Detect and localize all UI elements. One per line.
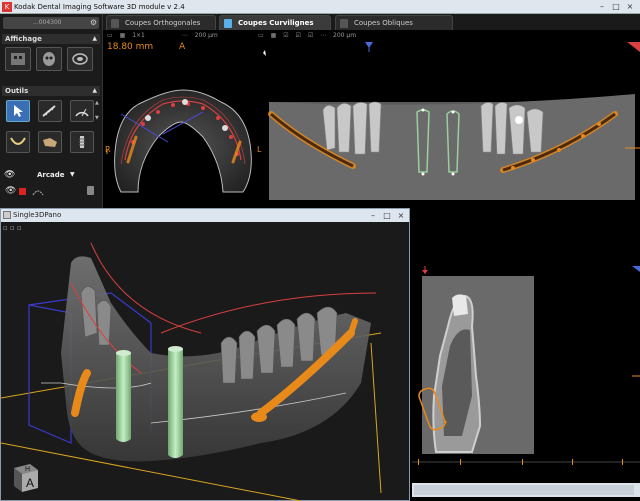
tab-coupes-curvilignes[interactable]: Coupes Curvilignes: [219, 15, 331, 30]
arcade-label: Arcade: [37, 171, 65, 179]
orientation-cube[interactable]: H A: [8, 460, 42, 494]
3d-toolbar: ▫ ▫ ▫: [3, 224, 22, 232]
single-3d-pano-title: Single3DPano: [13, 211, 62, 219]
grid-icon[interactable]: ▦: [120, 32, 126, 39]
slice-thickness[interactable]: 200 µm: [195, 32, 218, 39]
window-app-icon: [3, 211, 11, 219]
cursor-arrow-icon: [14, 105, 23, 117]
grid-icon[interactable]: ▦: [271, 32, 277, 39]
cube-top-label: H: [25, 466, 30, 473]
minimize-button[interactable]: –: [596, 1, 608, 13]
measure-tool-button[interactable]: [38, 100, 62, 122]
more-icon[interactable]: ⋯: [320, 32, 326, 39]
implant-tool-button[interactable]: [70, 131, 94, 153]
check-icon[interactable]: ☑: [283, 32, 288, 39]
outils-label: Outils: [5, 87, 29, 95]
angle-icon: [75, 108, 89, 117]
anterior-label: A: [179, 42, 186, 52]
tab-icon: [340, 19, 348, 28]
window-icon[interactable]: ▭: [258, 32, 264, 39]
jaw-icon: [43, 138, 57, 147]
view-side-button[interactable]: [67, 47, 93, 71]
gear-icon[interactable]: ⚙: [90, 17, 97, 29]
minimize-button[interactable]: –: [367, 209, 379, 222]
left-label: L: [257, 145, 262, 154]
layer-toolbar: 👁: [5, 186, 99, 198]
more-icon[interactable]: ⋯: [182, 32, 188, 39]
check-icon[interactable]: ☑: [308, 32, 313, 39]
tools-scroll[interactable]: ▲ ▼: [95, 100, 99, 121]
rotate-icon[interactable]: ▫: [10, 224, 15, 232]
ruler-icon: [42, 105, 56, 117]
trash-icon[interactable]: [87, 186, 94, 195]
tools-up-arrow-icon[interactable]: ▲: [95, 100, 99, 106]
slice-thickness[interactable]: 200 µm: [333, 32, 356, 39]
record-icon[interactable]: [19, 188, 26, 195]
arch-tool-button[interactable]: [6, 131, 30, 153]
cross-section-ruler: [412, 459, 640, 465]
tab-icon: [224, 19, 232, 28]
close-button[interactable]: ×: [624, 1, 636, 13]
tab-label: Coupes Orthogonales: [125, 19, 201, 27]
arch-curve-icon: [10, 137, 26, 145]
app-logo-icon: K: [2, 2, 12, 12]
check-icon[interactable]: ☑: [296, 32, 301, 39]
patient-bar[interactable]: ...004300 ⚙: [3, 17, 99, 29]
skull-side-icon: [72, 53, 88, 65]
select-tool-button[interactable]: [6, 100, 30, 122]
view-3d-button[interactable]: [36, 47, 62, 71]
outils-header[interactable]: Outils ▲: [2, 86, 100, 96]
jaw-tool-button[interactable]: [38, 131, 62, 153]
pano-view-toolbar: ▭ ▦ ☑ ☑ ☑ ⋯ 200 µm: [258, 30, 361, 42]
arcade-selector[interactable]: 👁 Arcade ▼: [4, 170, 99, 181]
layers-icon[interactable]: ▫: [17, 224, 22, 232]
collapse-arrow-icon[interactable]: ▲: [92, 86, 97, 96]
tab-label: Coupes Obliques: [354, 19, 413, 27]
cross-section-strip: [412, 483, 640, 497]
implant-icon: [79, 136, 85, 148]
tab-coupes-orthogonales[interactable]: Coupes Orthogonales: [106, 15, 216, 30]
left-panel: ...004300 ⚙ Affichage ▲ Outils ▲ ▲ ▼ 👁 A…: [0, 14, 103, 208]
maximize-button[interactable]: □: [381, 209, 393, 222]
skull-3d-icon: [43, 52, 55, 66]
cube-front-label: A: [26, 476, 34, 490]
eye-icon[interactable]: 👁: [4, 170, 15, 180]
window-titlebar: K Kodak Dental Imaging Software 3D modul…: [0, 0, 640, 14]
affichage-label: Affichage: [5, 35, 42, 43]
skull-front-icon: [11, 53, 25, 65]
axial-view-toolbar: ▭ ▦ 1×1 ⋯ 200 µm: [107, 30, 223, 42]
axial-slice-view[interactable]: [103, 42, 263, 208]
window-icon[interactable]: ▭: [107, 32, 113, 39]
view-front-button[interactable]: [5, 47, 31, 71]
cross-section-view[interactable]: [410, 266, 640, 457]
patient-id: ...004300: [33, 19, 62, 26]
view-tabs: Coupes Orthogonales Coupes Curvilignes C…: [103, 14, 640, 30]
right-label: R: [105, 145, 111, 154]
eye-icon[interactable]: 👁: [5, 186, 16, 196]
angle-tool-button[interactable]: [70, 100, 94, 122]
zoom-value[interactable]: 1×1: [132, 32, 145, 39]
maximize-button[interactable]: □: [610, 1, 622, 13]
chevron-down-icon[interactable]: ▼: [70, 171, 75, 178]
measurement-value: 18.80 mm: [107, 42, 154, 52]
panoramic-view[interactable]: [263, 42, 640, 208]
close-button[interactable]: ×: [395, 209, 407, 222]
tools-down-arrow-icon[interactable]: ▼: [95, 115, 99, 121]
3d-mandible-render[interactable]: [1, 233, 409, 501]
collapse-arrow-icon[interactable]: ▲: [92, 34, 97, 44]
window-title: Kodak Dental Imaging Software 3D module …: [14, 3, 185, 11]
tab-label: Coupes Curvilignes: [238, 19, 314, 27]
path-icon[interactable]: [32, 187, 44, 197]
tab-icon: [111, 19, 119, 28]
tab-coupes-obliques[interactable]: Coupes Obliques: [335, 15, 453, 30]
affichage-header[interactable]: Affichage ▲: [2, 34, 100, 44]
single-3d-pano-window: Single3DPano – □ × ▫ ▫ ▫: [0, 208, 410, 501]
single-3d-pano-titlebar: Single3DPano: [1, 209, 409, 222]
reset-view-icon[interactable]: ▫: [3, 224, 8, 232]
